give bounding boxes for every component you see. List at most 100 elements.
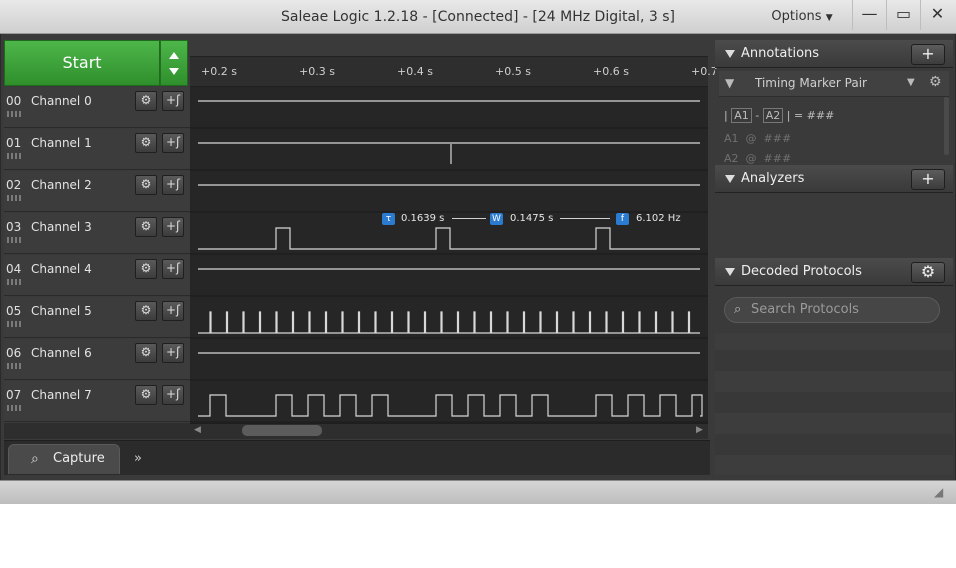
scroll-right-icon[interactable]: ▶ xyxy=(696,425,703,435)
collapse-arrow-icon xyxy=(725,268,735,276)
channel-settings-button[interactable]: ⚙ xyxy=(135,133,157,153)
start-button[interactable]: Start xyxy=(4,40,160,86)
resize-grip-icon[interactable]: ◢ xyxy=(934,485,943,499)
decoded-protocols-header[interactable]: Decoded Protocols ⚙ xyxy=(715,258,953,286)
drag-handle-icon[interactable] xyxy=(7,279,22,285)
scroll-left-icon[interactable]: ◀ xyxy=(194,425,201,435)
width-span-line xyxy=(560,218,610,219)
channel-row[interactable]: 02 Channel 2 ⚙ +ʃ xyxy=(4,171,195,212)
gear-icon[interactable]: ⚙ xyxy=(929,74,942,90)
add-trigger-button[interactable]: +ʃ xyxy=(162,259,184,279)
drag-handle-icon[interactable] xyxy=(7,153,22,159)
period-span-line xyxy=(452,218,486,219)
formula-right: | = ### xyxy=(786,109,835,122)
channel-number: 05 xyxy=(6,304,22,318)
arrow-down-icon xyxy=(169,68,179,75)
channel-name[interactable]: Channel 0 xyxy=(31,94,92,108)
analyzers-body xyxy=(715,194,953,257)
channel-settings-button[interactable]: ⚙ xyxy=(135,91,157,111)
a1-chip[interactable]: A1 xyxy=(731,108,752,123)
channel-row[interactable]: 06 Channel 6 ⚙ +ʃ xyxy=(4,339,195,380)
channel-settings-button[interactable]: ⚙ xyxy=(135,343,157,363)
add-analyzer-button[interactable]: + xyxy=(911,169,945,190)
channel-name[interactable]: Channel 6 xyxy=(31,346,92,360)
analyzers-header[interactable]: Analyzers + xyxy=(715,165,953,193)
channel-settings-button[interactable]: ⚙ xyxy=(135,259,157,279)
tick-label: +0.5 s xyxy=(495,65,531,78)
formula-left: | xyxy=(724,109,728,122)
search-protocols-input[interactable]: ⌕ Search Protocols xyxy=(724,297,940,323)
channel-settings-button[interactable]: ⚙ xyxy=(135,385,157,405)
add-trigger-button[interactable]: +ʃ xyxy=(162,343,184,363)
start-options-button[interactable] xyxy=(160,40,188,86)
pin-icon: ▼ xyxy=(725,76,735,90)
search-icon: ⌕ xyxy=(734,302,742,317)
marker-pair-label: Timing Marker Pair xyxy=(755,76,867,90)
tab-capture[interactable]: ⌕ Capture xyxy=(8,444,120,474)
channel-name[interactable]: Channel 1 xyxy=(31,136,92,150)
add-trigger-button[interactable]: +ʃ xyxy=(162,301,184,321)
add-trigger-button[interactable]: +ʃ xyxy=(162,91,184,111)
channel-row[interactable]: 07 Channel 7 ⚙ +ʃ xyxy=(4,381,195,422)
channel-row[interactable]: 04 Channel 4 ⚙ +ʃ xyxy=(4,255,195,296)
add-trigger-button[interactable]: +ʃ xyxy=(162,217,184,237)
tick-label: +0.6 s xyxy=(593,65,629,78)
tick-label: +0.4 s xyxy=(397,65,433,78)
formula-dash: - xyxy=(755,109,760,122)
protocols-settings-button[interactable]: ⚙ xyxy=(911,262,945,283)
channel-number: 04 xyxy=(6,262,22,276)
channel-row[interactable]: 05 Channel 5 ⚙ +ʃ xyxy=(4,297,195,338)
waveform-traces xyxy=(190,86,708,423)
annotations-body: ▼ Timing Marker Pair ▼ ⚙ | A1 - A2 | = #… xyxy=(715,69,953,164)
period-value: 0.1639 s xyxy=(401,213,445,224)
channel-name[interactable]: Channel 4 xyxy=(31,262,92,276)
channel-number: 06 xyxy=(6,346,22,360)
add-trigger-button[interactable]: +ʃ xyxy=(162,175,184,195)
drag-handle-icon[interactable] xyxy=(7,111,22,117)
marker-dropdown-icon[interactable]: ▼ xyxy=(907,77,915,88)
arrow-up-icon xyxy=(169,52,179,59)
more-tabs-button[interactable]: » xyxy=(120,446,156,474)
period-icon: τ xyxy=(382,213,395,225)
channel-name[interactable]: Channel 3 xyxy=(31,220,92,234)
minimize-button[interactable]: — xyxy=(852,0,886,30)
timing-marker-row[interactable]: ▼ Timing Marker Pair ▼ ⚙ xyxy=(719,71,949,97)
drag-handle-icon[interactable] xyxy=(7,363,22,369)
tick-label: +0.7 xyxy=(691,65,718,78)
annotations-header[interactable]: Annotations + xyxy=(715,40,953,68)
options-menu[interactable]: Options ▼ xyxy=(764,0,840,34)
drag-handle-icon[interactable] xyxy=(7,195,22,201)
scrollbar-thumb[interactable] xyxy=(242,425,322,436)
time-bar[interactable] xyxy=(190,40,708,57)
channel-5-trace xyxy=(198,311,700,334)
drag-handle-icon[interactable] xyxy=(7,321,22,327)
channel-name[interactable]: Channel 5 xyxy=(31,304,92,318)
analyzers-title: Analyzers xyxy=(741,171,805,186)
annotations-scrollbar[interactable] xyxy=(944,97,949,155)
channel-settings-button[interactable]: ⚙ xyxy=(135,175,157,195)
channel-number: 07 xyxy=(6,388,22,402)
drag-handle-icon[interactable] xyxy=(7,237,22,243)
channel-settings-button[interactable]: ⚙ xyxy=(135,301,157,321)
a2-chip[interactable]: A2 xyxy=(762,108,784,123)
channel-row[interactable]: 00 Channel 0 ⚙ +ʃ xyxy=(4,87,195,128)
capture-search-icon: ⌕ xyxy=(31,451,39,467)
tick-label: +0.3 s xyxy=(299,65,335,78)
marker-formula: | A1 - A2 | = ### xyxy=(724,108,835,123)
a2-line: A2 @ ### xyxy=(724,152,792,164)
channel-number: 02 xyxy=(6,178,22,192)
channel-settings-button[interactable]: ⚙ xyxy=(135,217,157,237)
chevron-down-icon: ▼ xyxy=(825,13,833,23)
maximize-button[interactable]: ▭ xyxy=(886,0,920,30)
add-trigger-button[interactable]: +ʃ xyxy=(162,385,184,405)
channel-name[interactable]: Channel 2 xyxy=(31,178,92,192)
channel-row[interactable]: 03 Channel 3 ⚙ +ʃ xyxy=(4,213,195,254)
add-trigger-button[interactable]: +ʃ xyxy=(162,133,184,153)
status-bar: ◢ xyxy=(0,480,956,504)
close-button[interactable]: ✕ xyxy=(920,0,954,30)
drag-handle-icon[interactable] xyxy=(7,405,22,411)
channel-name[interactable]: Channel 7 xyxy=(31,388,92,402)
channel-row[interactable]: 01 Channel 1 ⚙ +ʃ xyxy=(4,129,195,170)
collapse-arrow-icon xyxy=(725,50,735,58)
add-annotation-button[interactable]: + xyxy=(911,44,945,65)
